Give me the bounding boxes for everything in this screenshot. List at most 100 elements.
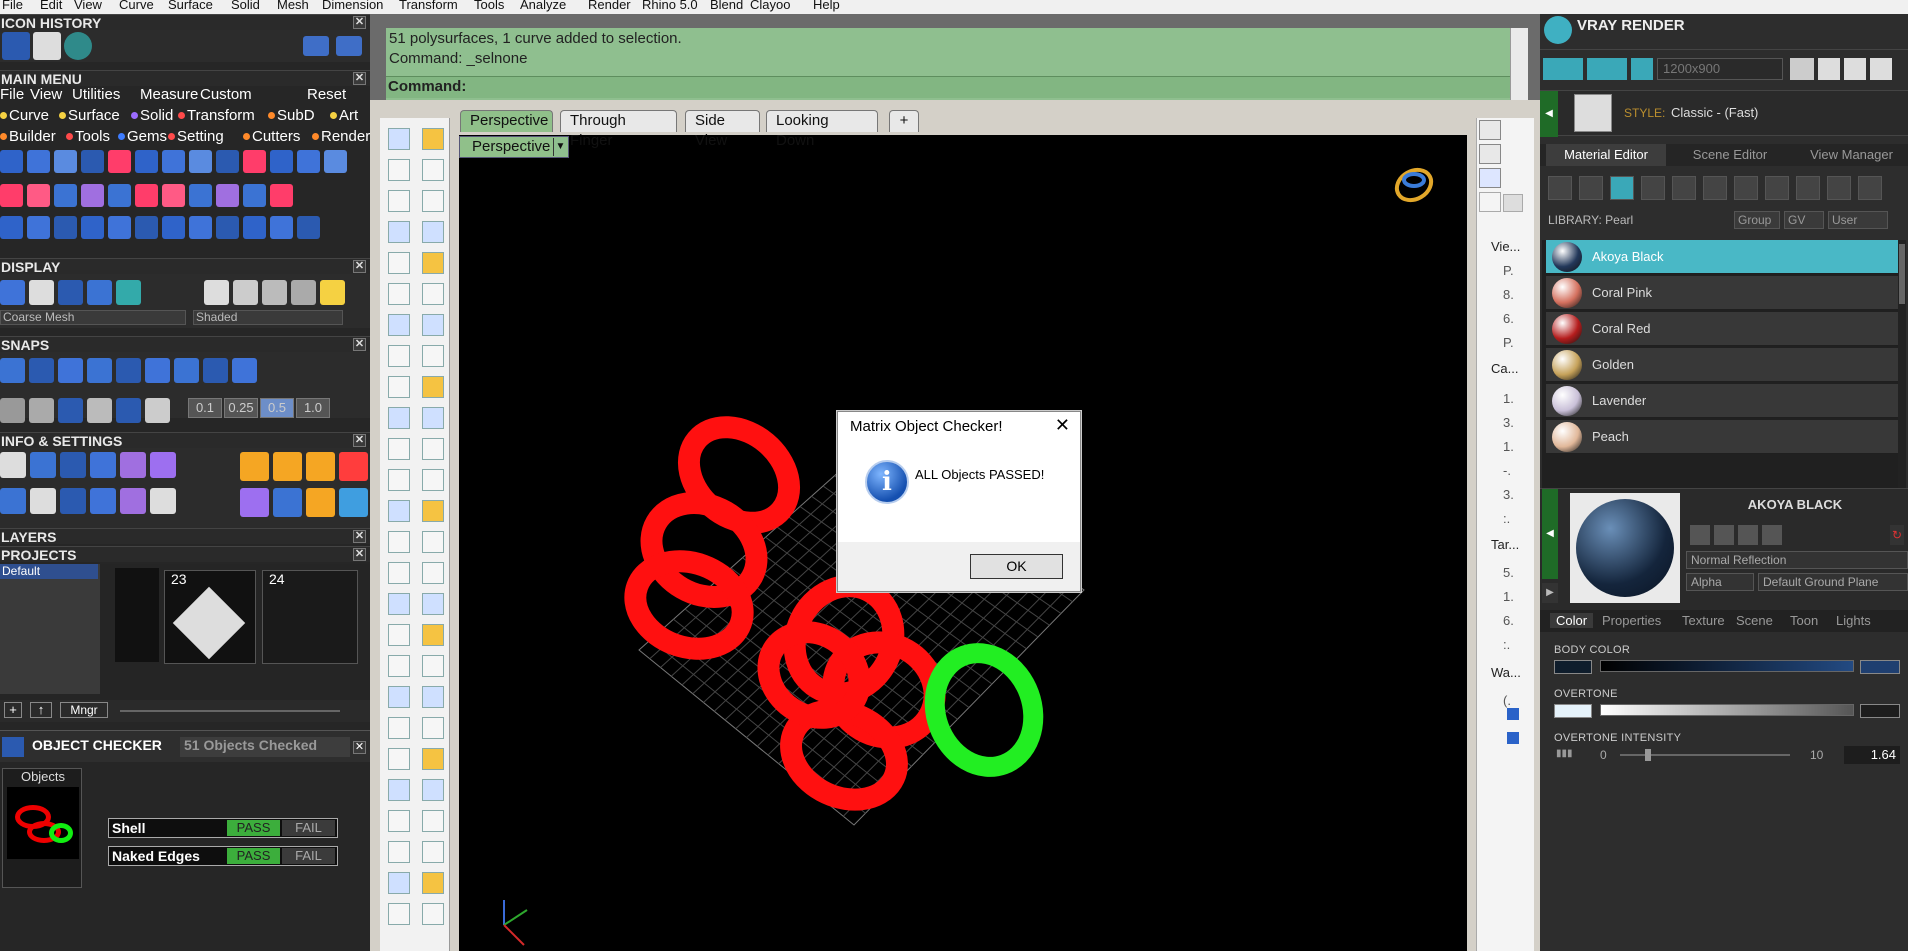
- tool-icon[interactable]: [189, 184, 212, 207]
- tool-icon[interactable]: [150, 488, 176, 514]
- command-tool-icon[interactable]: [422, 624, 444, 646]
- main-menu-solid[interactable]: Solid: [131, 107, 173, 124]
- command-tool-icon[interactable]: [388, 376, 410, 398]
- material-item[interactable]: Coral Red: [1546, 312, 1902, 346]
- tab-scene-editor[interactable]: Scene Editor: [1675, 144, 1785, 166]
- tool-icon[interactable]: [189, 150, 212, 173]
- command-tool-icon[interactable]: [422, 500, 444, 522]
- tool-icon[interactable]: [240, 452, 269, 481]
- tool-icon[interactable]: [60, 452, 86, 478]
- help-icon[interactable]: [1479, 168, 1501, 188]
- command-input[interactable]: Command:: [386, 76, 1510, 98]
- tool-icon[interactable]: [90, 488, 116, 514]
- project-item-default[interactable]: Default: [0, 564, 98, 579]
- tool-icon[interactable]: [145, 358, 170, 383]
- main-menu-file[interactable]: File: [0, 86, 24, 103]
- material-tool-icon[interactable]: [1579, 176, 1603, 200]
- alpha-toggle[interactable]: Alpha: [1686, 573, 1754, 591]
- menu-item-transform[interactable]: Transform: [399, 0, 458, 13]
- tab-toon[interactable]: Toon: [1790, 613, 1818, 628]
- side-property-item[interactable]: 1.: [1503, 586, 1543, 608]
- command-tool-icon[interactable]: [388, 159, 410, 181]
- tool-icon[interactable]: [162, 150, 185, 173]
- tool-icon[interactable]: [116, 398, 141, 423]
- command-tool-icon[interactable]: [422, 345, 444, 367]
- history-curve-icon[interactable]: [2, 32, 30, 60]
- main-menu-custom[interactable]: Custom: [200, 86, 252, 103]
- command-tool-icon[interactable]: [422, 562, 444, 584]
- material-tool-icon[interactable]: [1703, 176, 1727, 200]
- chevron-down-icon[interactable]: ▼: [553, 138, 567, 156]
- material-scrollbar[interactable]: [1898, 240, 1906, 494]
- main-menu-utilities[interactable]: Utilities: [72, 86, 120, 103]
- intensity-slider-thumb[interactable]: [1644, 749, 1651, 761]
- tool-icon[interactable]: [54, 216, 77, 239]
- display-mode-select[interactable]: Shaded: [193, 310, 343, 325]
- side-property-item[interactable]: 6.: [1503, 308, 1543, 330]
- tool-icon[interactable]: [232, 358, 257, 383]
- snap-value[interactable]: 0.1: [188, 398, 222, 418]
- side-property-item[interactable]: P.: [1503, 332, 1543, 354]
- close-icon[interactable]: ✕: [353, 260, 366, 273]
- side-property-item[interactable]: Ca...: [1491, 358, 1531, 380]
- menu-item-help[interactable]: Help: [813, 0, 840, 13]
- overtone-swatch[interactable]: [1554, 704, 1592, 718]
- command-tool-icon[interactable]: [422, 903, 444, 925]
- tab-perspective[interactable]: Perspective: [460, 110, 553, 132]
- history-back-icon[interactable]: [303, 36, 329, 56]
- tool-icon[interactable]: [135, 216, 158, 239]
- command-tool-icon[interactable]: [422, 283, 444, 305]
- resolution-select[interactable]: 1200x900: [1657, 58, 1783, 80]
- command-tool-icon[interactable]: [388, 190, 410, 212]
- material-item[interactable]: Lavender: [1546, 384, 1902, 418]
- side-property-item[interactable]: 8.: [1503, 284, 1543, 306]
- command-tool-icon[interactable]: [388, 438, 410, 460]
- command-tool-icon[interactable]: [422, 872, 444, 894]
- command-tool-icon[interactable]: [422, 469, 444, 491]
- command-tool-icon[interactable]: [388, 624, 410, 646]
- tool-icon[interactable]: [204, 280, 229, 305]
- material-tool-icon[interactable]: [1765, 176, 1789, 200]
- tool-icon[interactable]: [0, 150, 23, 173]
- tool-icon[interactable]: [58, 358, 83, 383]
- tool-icon[interactable]: [145, 398, 170, 423]
- side-property-item[interactable]: 3.: [1503, 484, 1543, 506]
- tool-icon[interactable]: [81, 150, 104, 173]
- history-forward-icon[interactable]: [336, 36, 362, 56]
- tool-icon[interactable]: [58, 398, 83, 423]
- tab-through-finger[interactable]: Through Finger: [560, 110, 677, 149]
- main-menu-cutters[interactable]: Cutters: [243, 128, 300, 145]
- tool-icon[interactable]: [216, 216, 239, 239]
- command-tool-icon[interactable]: [388, 841, 410, 863]
- command-tool-icon[interactable]: [422, 128, 444, 150]
- intensity-value[interactable]: 1.64: [1844, 746, 1900, 764]
- tool-icon[interactable]: [27, 150, 50, 173]
- command-tool-icon[interactable]: [422, 438, 444, 460]
- tool-icon[interactable]: [135, 184, 158, 207]
- tool-icon[interactable]: [27, 216, 50, 239]
- close-icon[interactable]: ✕: [353, 16, 366, 29]
- add-icon[interactable]: +: [4, 702, 22, 718]
- monitor-icon[interactable]: [1479, 144, 1501, 164]
- main-menu-tools[interactable]: Tools: [66, 128, 110, 145]
- gv-toggle[interactable]: GV: [1784, 211, 1824, 229]
- grid-icon[interactable]: [1870, 58, 1892, 80]
- overtone-swatch[interactable]: [1860, 704, 1900, 718]
- snap-value[interactable]: 1.0: [296, 398, 330, 418]
- preview-action-icon[interactable]: [1762, 525, 1782, 545]
- tool-icon[interactable]: [108, 150, 131, 173]
- render-icon[interactable]: [1543, 58, 1583, 80]
- material-tool-icon[interactable]: [1548, 176, 1572, 200]
- tool-icon[interactable]: [0, 216, 23, 239]
- tool-icon[interactable]: [216, 184, 239, 207]
- command-tool-icon[interactable]: [388, 717, 410, 739]
- tool-icon[interactable]: [243, 184, 266, 207]
- tab-texture[interactable]: Texture: [1682, 613, 1725, 628]
- command-tool-icon[interactable]: [422, 717, 444, 739]
- tool-icon[interactable]: [270, 150, 293, 173]
- display-icon[interactable]: [1479, 120, 1501, 140]
- tool-icon[interactable]: [29, 398, 54, 423]
- material-tool-icon[interactable]: [1796, 176, 1820, 200]
- menu-item-file[interactable]: File: [2, 0, 23, 13]
- rewind-icon[interactable]: [1790, 58, 1814, 80]
